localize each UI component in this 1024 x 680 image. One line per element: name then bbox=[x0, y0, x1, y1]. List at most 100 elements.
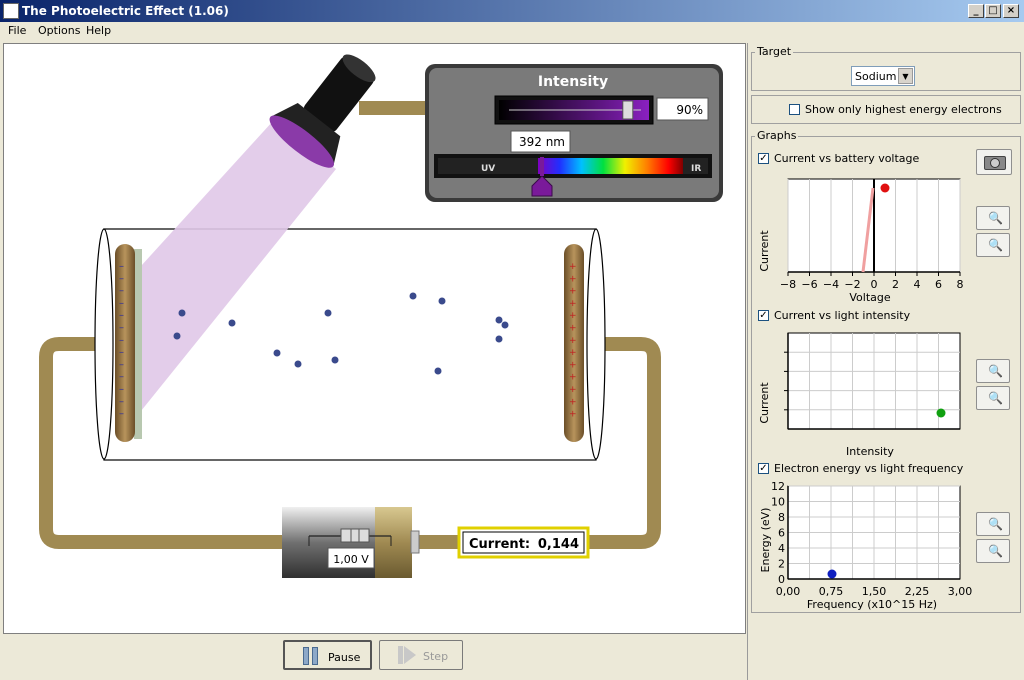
graph1-x-tick: −2 bbox=[844, 278, 860, 291]
energy-vs-frequency-graph: 0,00 0,75 1,50 2,25 3,00 0 2 4 6 8 10 12 Frequency… bbox=[759, 480, 972, 611]
negative-charge: – bbox=[119, 335, 124, 346]
negative-charge: – bbox=[119, 372, 124, 383]
electron bbox=[501, 321, 509, 329]
pause-button[interactable]: Pause bbox=[283, 640, 372, 670]
control-panel: Target Sodium ▼ Show only highest energy… bbox=[747, 43, 1024, 680]
electron bbox=[324, 309, 332, 317]
graph2-ylabel: Current bbox=[758, 382, 771, 424]
energy-frequency-point bbox=[827, 569, 837, 579]
positive-charge: + bbox=[569, 274, 577, 284]
app-window: The Photoelectric Effect (1.06) _ □ × Fi… bbox=[0, 0, 1024, 680]
electron bbox=[495, 316, 503, 324]
pause-icon bbox=[303, 647, 309, 665]
graph3-y-tick: 8 bbox=[778, 511, 785, 524]
positive-charge: + bbox=[569, 373, 577, 383]
negative-charge: – bbox=[119, 347, 124, 358]
positive-charge: + bbox=[569, 262, 577, 272]
electron bbox=[294, 360, 302, 368]
negative-charge: – bbox=[119, 384, 124, 395]
window-title: The Photoelectric Effect (1.06) bbox=[22, 4, 229, 18]
negative-charge: – bbox=[119, 273, 124, 284]
negative-charge: – bbox=[119, 261, 124, 272]
current-value: 0,144 bbox=[538, 537, 579, 552]
graph1-ylabel: Current bbox=[758, 230, 771, 272]
electron bbox=[273, 349, 281, 357]
ir-label: IR bbox=[691, 164, 701, 174]
positive-charge: + bbox=[569, 311, 577, 321]
menu-options[interactable]: Options bbox=[38, 24, 80, 37]
positive-charge: + bbox=[569, 287, 577, 297]
negative-charge: – bbox=[119, 286, 124, 297]
positive-charge: + bbox=[569, 385, 577, 395]
graph3-y-tick: 2 bbox=[778, 558, 785, 571]
intensity-value: 90% bbox=[676, 103, 703, 117]
graph3-x-tick: 0,00 bbox=[776, 585, 801, 598]
close-button[interactable]: × bbox=[1003, 4, 1019, 18]
graph3-x-tick: 1,50 bbox=[862, 585, 887, 598]
electron bbox=[495, 335, 503, 343]
graph3-y-tick: 12 bbox=[771, 480, 785, 493]
graph3-y-tick: 6 bbox=[778, 527, 785, 540]
intensity-slider-thumb[interactable] bbox=[622, 100, 634, 120]
minimize-button[interactable]: _ bbox=[968, 4, 984, 18]
graph1-x-tick: 0 bbox=[871, 278, 878, 291]
graph1-x-tick: 6 bbox=[935, 278, 942, 291]
battery[interactable]: 1,00 V bbox=[282, 507, 420, 578]
positive-charge: + bbox=[569, 410, 577, 420]
simulation-canvas: – – – – – – – – – – – – – + + + + + + + + + + + + + bbox=[3, 43, 746, 634]
current-vs-voltage-graph: −8 −6 −4 −2 0 2 4 6 8 Voltage Current bbox=[758, 178, 964, 304]
electron bbox=[438, 297, 446, 305]
electron bbox=[409, 292, 417, 300]
graph3-xlabel: Frequency (x10^15 Hz) bbox=[807, 598, 937, 611]
graphs-drawing: −8 −6 −4 −2 0 2 4 6 8 Voltage Current Intensity … bbox=[758, 178, 972, 611]
positive-charge: + bbox=[569, 324, 577, 334]
electron bbox=[178, 309, 186, 317]
graph1-x-tick: 8 bbox=[957, 278, 964, 291]
graph1-x-tick: −8 bbox=[780, 278, 796, 291]
step-icon bbox=[398, 646, 403, 664]
electron bbox=[434, 367, 442, 375]
pause-label: Pause bbox=[328, 651, 361, 664]
menu-file[interactable]: File bbox=[8, 24, 26, 37]
current-intensity-point bbox=[936, 408, 946, 418]
java-app-icon bbox=[3, 3, 19, 19]
intensity-title: Intensity bbox=[538, 74, 608, 90]
graph1-x-tick: −6 bbox=[801, 278, 817, 291]
current-readout: Current: 0,144 bbox=[457, 526, 590, 559]
negative-charge: – bbox=[119, 323, 124, 334]
graph1-x-tick: −4 bbox=[823, 278, 839, 291]
positive-charge: + bbox=[569, 397, 577, 407]
title-bar: The Photoelectric Effect (1.06) _ □ × bbox=[0, 0, 1024, 22]
battery-voltage-slider[interactable] bbox=[340, 528, 370, 543]
current-voltage-point bbox=[880, 183, 890, 193]
wavelength-value: 392 nm bbox=[519, 135, 565, 149]
negative-charge: – bbox=[119, 359, 124, 370]
electron bbox=[173, 332, 181, 340]
electron bbox=[331, 356, 339, 364]
right-plate: + + + + + + + + + + + + + bbox=[564, 244, 584, 442]
left-plate: ––––––––––––– bbox=[115, 244, 142, 442]
graph3-y-tick: 10 bbox=[771, 496, 785, 509]
negative-charge: – bbox=[119, 298, 124, 309]
graph1-x-tick: 4 bbox=[914, 278, 921, 291]
menu-help[interactable]: Help bbox=[86, 24, 111, 37]
graph3-x-tick: 0,75 bbox=[819, 585, 844, 598]
graph3-y-tick: 0 bbox=[778, 573, 785, 586]
battery-voltage-value: 1,00 V bbox=[333, 553, 369, 566]
negative-charge: – bbox=[119, 310, 124, 321]
step-button[interactable]: Step bbox=[379, 640, 463, 670]
playback-bar: Pause Step bbox=[0, 635, 746, 680]
graph3-x-tick: 3,00 bbox=[948, 585, 973, 598]
graph3-x-tick: 2,25 bbox=[905, 585, 930, 598]
graph2-xlabel: Intensity bbox=[846, 445, 894, 458]
simulation-drawing: ––––––––––––– +++++++++++++ Intensity 90… bbox=[39, 54, 723, 578]
positive-charge: + bbox=[569, 299, 577, 309]
current-label: Current: bbox=[469, 537, 530, 552]
positive-charge: + bbox=[569, 360, 577, 370]
negative-charge: – bbox=[119, 409, 124, 420]
positive-charge: + bbox=[569, 348, 577, 358]
maximize-button[interactable]: □ bbox=[985, 4, 1001, 18]
wavelength-spectrum[interactable] bbox=[538, 158, 683, 174]
step-label: Step bbox=[423, 650, 449, 663]
lamp-control-panel: Intensity 90% 392 nm UV IR bbox=[425, 64, 723, 202]
